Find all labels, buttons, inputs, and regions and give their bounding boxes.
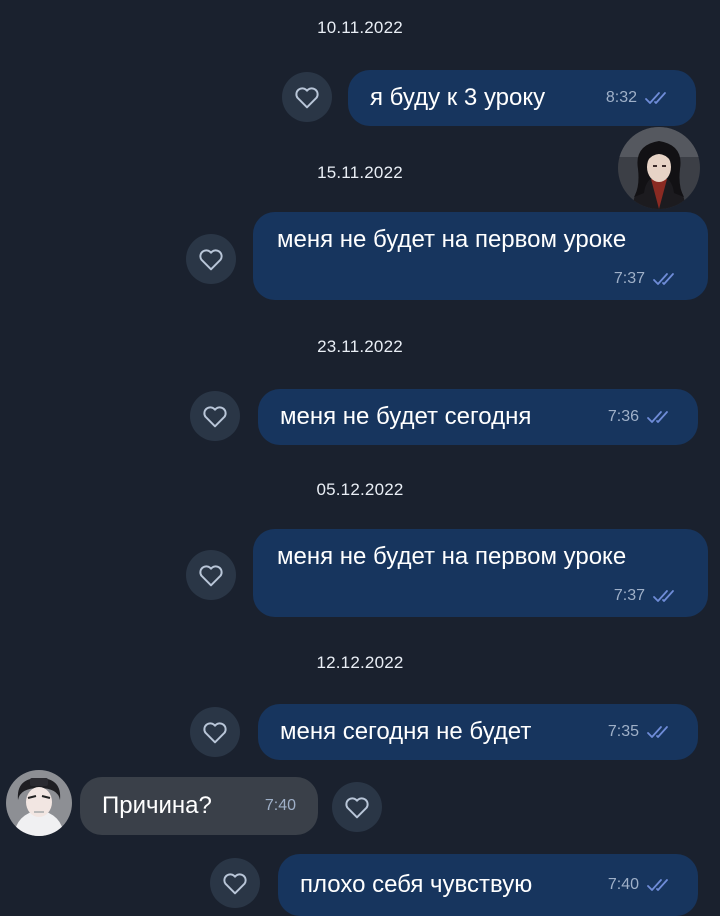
message-time: 8:32 xyxy=(605,89,637,106)
avatar-image xyxy=(6,770,72,836)
date-separator: 05.12.2022 xyxy=(316,480,404,499)
message-text: меня не будет на первом уроке xyxy=(277,543,627,570)
like-button[interactable] xyxy=(186,234,236,284)
date-separator: 12.12.2022 xyxy=(316,653,404,672)
heart-icon xyxy=(203,722,227,744)
message-meta: 7:40 xyxy=(608,876,676,894)
date-separator: 10.11.2022 xyxy=(317,18,403,37)
double-check-icon xyxy=(653,590,674,602)
message-bubble-outgoing[interactable]: меня не будет сегодня 7:36 xyxy=(258,389,698,445)
message-text: Причина? xyxy=(102,792,212,819)
heart-icon xyxy=(199,249,223,271)
double-check-icon xyxy=(647,879,668,891)
avatar-image xyxy=(618,127,700,209)
message-text: меня сегодня не будет xyxy=(280,718,532,745)
message-time: 7:40 xyxy=(607,876,639,893)
double-check-icon xyxy=(647,726,668,738)
message-bubble-outgoing[interactable]: плохо себя чувствую 7:40 xyxy=(278,854,698,916)
message-bubble-outgoing[interactable]: меня сегодня не будет 7:35 xyxy=(258,704,698,760)
message-text: меня не будет сегодня xyxy=(280,403,532,430)
message-bubble-outgoing[interactable]: меня не будет на первом уроке 7:37 xyxy=(253,529,708,617)
message-time: 7:36 xyxy=(607,408,639,425)
like-button[interactable] xyxy=(282,72,332,122)
message-meta: 7:37 xyxy=(614,270,682,288)
heart-icon xyxy=(295,87,319,109)
message-bubble-outgoing[interactable]: я буду к 3 уроку 8:32 xyxy=(348,70,696,126)
like-button[interactable] xyxy=(190,391,240,441)
message-bubble-outgoing[interactable]: меня не будет на первом уроке 7:37 xyxy=(253,212,708,300)
message-meta: 7:37 xyxy=(614,587,682,605)
like-button[interactable] xyxy=(332,782,382,832)
double-check-icon xyxy=(645,92,666,104)
message-time: 7:40 xyxy=(264,797,296,814)
contact-avatar[interactable] xyxy=(618,127,700,209)
heart-icon xyxy=(203,406,227,428)
message-meta: 7:35 xyxy=(608,723,676,741)
heart-icon xyxy=(345,797,369,819)
message-time: 7:35 xyxy=(607,723,639,740)
message-meta: 7:40 xyxy=(265,797,296,815)
message-meta: 7:36 xyxy=(608,408,676,426)
message-text: я буду к 3 уроку xyxy=(370,84,546,111)
message-time: 7:37 xyxy=(613,270,645,287)
like-button[interactable] xyxy=(186,550,236,600)
like-button[interactable] xyxy=(190,707,240,757)
message-meta: 8:32 xyxy=(606,89,674,107)
message-time: 7:37 xyxy=(613,587,645,604)
double-check-icon xyxy=(647,411,668,423)
date-separator: 15.11.2022 xyxy=(317,163,403,182)
message-text: плохо себя чувствую xyxy=(300,871,533,898)
heart-icon xyxy=(199,565,223,587)
message-text: меня не будет на первом уроке xyxy=(277,226,627,253)
date-separator: 23.11.2022 xyxy=(317,337,403,356)
message-bubble-incoming[interactable]: Причина? 7:40 xyxy=(80,777,318,835)
like-button[interactable] xyxy=(210,858,260,908)
heart-icon xyxy=(223,873,247,895)
double-check-icon xyxy=(653,273,674,285)
sender-avatar[interactable] xyxy=(6,770,72,836)
